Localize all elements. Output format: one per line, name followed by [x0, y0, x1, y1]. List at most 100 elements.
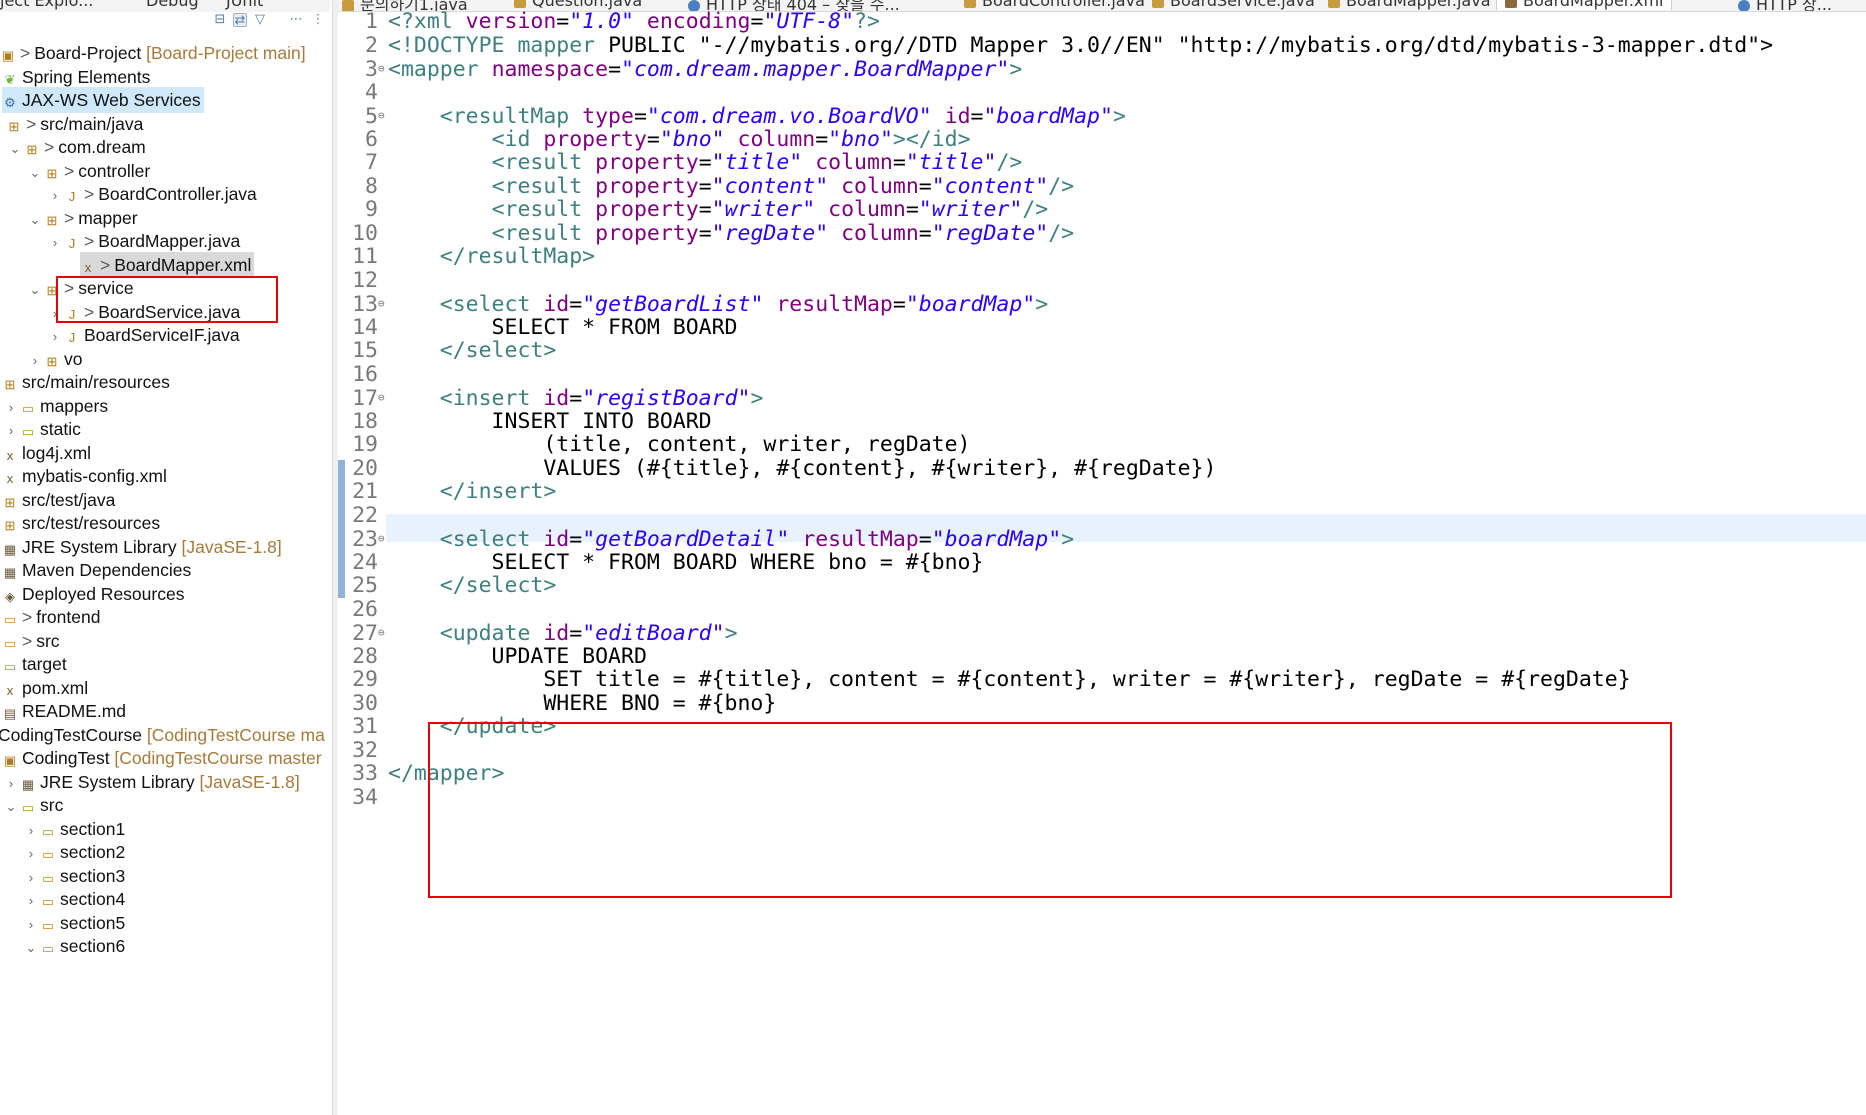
editor-tab[interactable]: BoardController.java — [964, 0, 1145, 10]
tree-item[interactable]: ▭ target — [2, 651, 67, 677]
tree-item[interactable]: › ▭ section2 — [22, 839, 125, 865]
tree-item[interactable]: ⌄ ⊞ > mapper — [26, 205, 138, 231]
code-token: column — [841, 173, 919, 199]
code-token: > — [1009, 57, 1023, 82]
editor-tab[interactable]: BoardMapper.java — [1328, 0, 1491, 10]
code-line[interactable]: 3⊖ <mapper namespace="com.dream.mapper.Bo… — [338, 55, 1022, 83]
browser-icon — [1738, 0, 1750, 11]
tree-item[interactable]: ▤ README.md — [2, 698, 126, 724]
tree-item[interactable]: ▭ > frontend — [2, 604, 101, 630]
tree-item-label: Maven Dependencies — [22, 560, 192, 580]
tree-item[interactable]: x > BoardMapper.xml — [80, 251, 255, 278]
tree-item[interactable]: ⌄ ▭ src — [2, 792, 64, 820]
tree-item-label: vo — [64, 348, 83, 369]
code-token: "UTF-8" — [763, 9, 855, 34]
source-folder-icon: ⊞ — [8, 118, 20, 134]
tree-item[interactable]: › ▭ static — [2, 416, 81, 442]
more-icon[interactable]: ⋮ — [311, 13, 325, 27]
chevron-down-icon[interactable]: ⌄ — [2, 794, 20, 820]
tree-item[interactable]: x mybatis-config.xml — [2, 463, 167, 489]
filter-icon[interactable]: ▽ — [253, 13, 267, 27]
tab-junit[interactable]: JUnit — [226, 0, 263, 10]
folder-icon: ▭ — [3, 612, 17, 627]
editor-tab-active[interactable]: BoardMapper.xml — [1496, 0, 1673, 10]
tree-item-label: mybatis-config.xml — [22, 466, 167, 486]
package-icon: ⊞ — [46, 212, 58, 228]
tree-item[interactable]: ⌄ ⊞ > com.dream — [6, 134, 146, 160]
tree-item[interactable]: ⊞ src/main/resources — [2, 369, 170, 395]
chevron-down-icon[interactable]: ⌄ — [26, 277, 44, 303]
chevron-right-icon[interactable]: › — [46, 230, 64, 256]
tree-item[interactable]: ❦ Spring Elements — [2, 64, 151, 90]
code-token: ?> — [854, 9, 880, 34]
tree-item[interactable]: › ▭ section5 — [22, 910, 125, 936]
code-text: <result property="title" column="title"/… — [388, 150, 1023, 175]
source-folder-icon: ⊞ — [4, 494, 16, 510]
tree-item[interactable]: › J > BoardMapper.java — [46, 228, 240, 254]
chevron-down-icon[interactable]: ⌄ — [6, 136, 24, 162]
code-line[interactable]: 34 — [338, 784, 388, 812]
code-token: (title, content, writer, regDate) — [388, 432, 971, 457]
tree-item[interactable]: x log4j.xml — [2, 440, 91, 466]
tree-item-label: section6 — [60, 936, 126, 956]
tree-item[interactable]: › ▭ section1 — [22, 816, 125, 842]
link-with-editor-icon[interactable]: ⇄ — [233, 13, 247, 28]
chevron-down-icon[interactable]: ⌄ — [26, 207, 44, 233]
tree-item[interactable]: ◈ Deployed Resources — [2, 581, 184, 607]
highlight-box-code — [428, 722, 1672, 898]
editor-tab[interactable]: HTTP 상... — [1738, 0, 1832, 11]
tree-item[interactable]: CodingTestCourse [CodingTestCourse ma — [0, 722, 325, 748]
tree-item[interactable]: x pom.xml — [2, 675, 88, 701]
editor-tab[interactable]: BoardService.java — [1152, 0, 1315, 10]
code-token: = — [892, 292, 906, 317]
code-token: <result — [491, 197, 596, 222]
tree-item[interactable]: ▣ > Board-Project [Board-Project main] — [0, 40, 306, 66]
code-token: column — [841, 220, 919, 246]
library-icon: ▦ — [21, 776, 35, 792]
git-dirty-marker: > — [84, 231, 95, 251]
tree-item[interactable]: ▣ CodingTest [CodingTestCourse master — [2, 745, 322, 771]
project-icon: ▣ — [3, 753, 17, 768]
tree-item[interactable]: › J BoardServiceIF.java — [46, 322, 240, 348]
xml-file-icon: x — [6, 682, 14, 698]
tree-item[interactable]: ▭ > src — [2, 628, 60, 654]
collapse-all-icon[interactable]: ⊟ — [213, 13, 227, 27]
tree-item[interactable]: › ⊞ vo — [26, 346, 83, 372]
code-token: "writer" — [711, 197, 816, 222]
code-token: "content" — [931, 173, 1049, 199]
tab-debug[interactable]: Debug — [146, 0, 199, 10]
tab-package-explorer[interactable]: ject Explo... — [0, 0, 93, 10]
tree-item[interactable]: › ▦ JRE System Library [JavaSE-1.8] — [2, 769, 300, 795]
tree-item-label: Board-Project — [34, 43, 142, 63]
tree-item[interactable]: ⊞ > src/main/java — [6, 111, 144, 137]
tree-item-label: JAX-WS Web Services — [22, 90, 201, 110]
tree-item-label: src — [36, 630, 60, 651]
code-text: INSERT INTO BOARD — [388, 409, 712, 434]
library-icon: ▦ — [3, 565, 17, 580]
view-menu-icon[interactable]: ⋯ — [289, 13, 303, 27]
chevron-down-icon[interactable]: ⌄ — [26, 160, 44, 186]
tree-item[interactable]: › ▭ mappers — [2, 393, 108, 419]
code-text: SELECT * FROM BOARD WHERE bno = #{bno} — [388, 550, 984, 575]
tree-item[interactable]: ⊞ src/test/resources — [2, 510, 161, 536]
xml-file-icon — [1505, 0, 1517, 8]
tree-item[interactable]: ⚙ JAX-WS Web Services — [2, 87, 204, 113]
tree-item-label: BoardMapper.java — [98, 231, 241, 251]
code-token: INSERT INTO BOARD — [388, 408, 712, 434]
tree-item[interactable]: ▦ JRE System Library [JavaSE-1.8] — [2, 534, 282, 560]
tree-item[interactable]: ⊞ src/test/java — [2, 487, 116, 513]
tree-item-decoration: [CodingTestCourse master — [109, 748, 322, 768]
tree-item[interactable]: › ▭ section3 — [22, 863, 125, 889]
tree-item[interactable]: › ▭ section4 — [22, 886, 125, 912]
tree-item[interactable]: ⌄ ⊞ > controller — [26, 158, 151, 186]
tree-item-label: README.md — [22, 701, 127, 721]
git-dirty-marker: > — [22, 607, 33, 627]
tree-item[interactable]: ⌄ ▭ section6 — [22, 933, 126, 961]
tree-item[interactable]: › J > BoardController.java — [46, 181, 257, 207]
chevron-down-icon[interactable]: ⌄ — [22, 935, 40, 961]
tree-item[interactable]: ▦ Maven Dependencies — [2, 557, 191, 583]
folder-icon: ▭ — [21, 800, 35, 815]
